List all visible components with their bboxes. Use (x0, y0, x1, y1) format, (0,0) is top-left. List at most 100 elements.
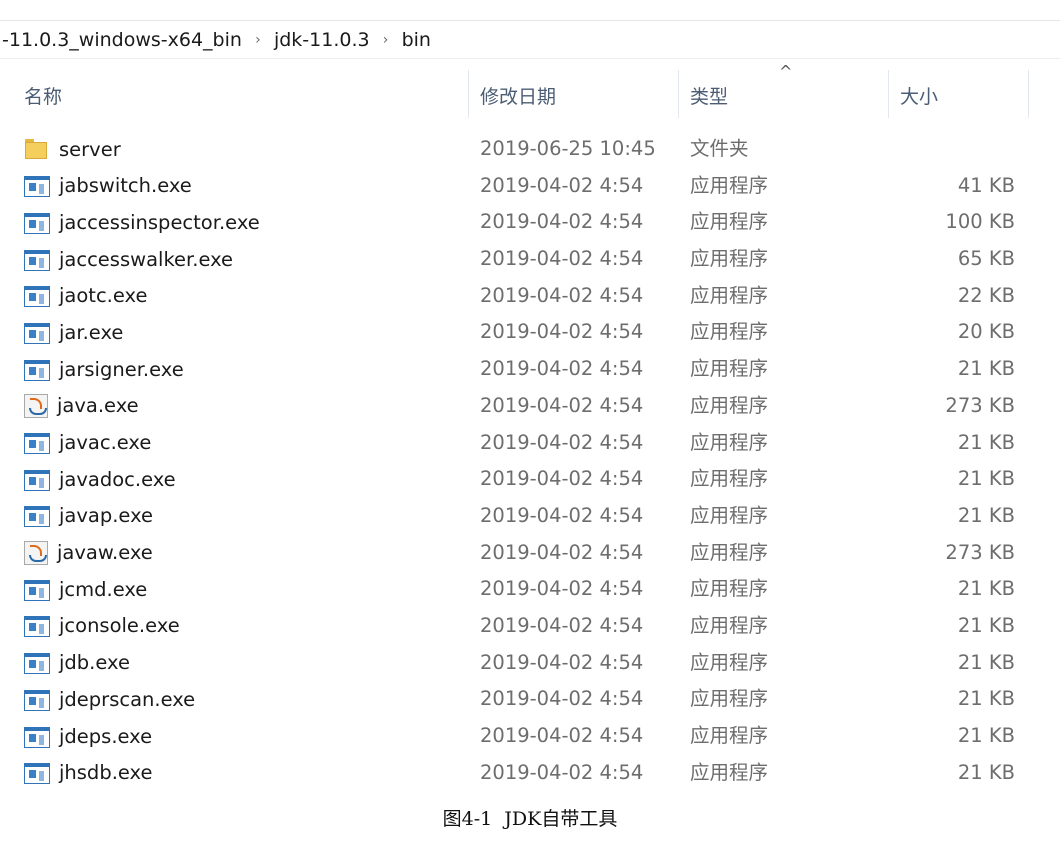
file-row[interactable]: jaccesswalker.exe 2019-04-02 4:54 应用程序 65 K… (0, 238, 1060, 275)
column-header-modified[interactable]: 修改日期 (480, 64, 556, 122)
file-name[interactable]: jcmd.exe (59, 578, 147, 601)
file-name-cell[interactable]: jdeps.exe (24, 718, 152, 754)
breadcrumb-segment-jdk[interactable]: jdk-11.0.3 (272, 29, 372, 51)
file-name[interactable]: jconsole.exe (59, 614, 180, 637)
file-modified: 2019-04-02 4:54 (480, 430, 644, 454)
file-size: 41 KB (957, 173, 1015, 197)
file-size: 21 KB (957, 430, 1015, 454)
app-icon (24, 689, 50, 711)
column-divider[interactable] (678, 70, 679, 118)
column-header-size[interactable]: 大小 (900, 64, 938, 122)
breadcrumb-segment-root[interactable]: -11.0.3_windows-x64_bin (0, 29, 244, 51)
file-name-cell[interactable]: jconsole.exe (24, 608, 180, 644)
file-row[interactable]: jaotc.exe 2019-04-02 4:54 应用程序 22 KB (0, 275, 1060, 312)
file-name[interactable]: jdb.exe (59, 651, 130, 674)
ribbon-edge (0, 0, 1060, 21)
file-modified: 2019-04-02 4:54 (480, 393, 644, 417)
file-type: 应用程序 (690, 760, 769, 784)
file-name-cell[interactable]: jaotc.exe (24, 278, 147, 314)
file-name-cell[interactable]: server (24, 131, 121, 167)
file-size: 22 KB (957, 283, 1015, 307)
file-name[interactable]: java.exe (57, 394, 139, 417)
file-type: 应用程序 (690, 687, 769, 711)
file-name[interactable]: jabswitch.exe (59, 174, 192, 197)
app-icon (24, 359, 50, 381)
file-modified: 2019-04-02 4:54 (480, 687, 644, 711)
file-list: server 2019-06-25 10:45 文件夹 jabswitch.exe 20… (0, 128, 1060, 788)
file-name-cell[interactable]: jabswitch.exe (24, 168, 192, 204)
file-row[interactable]: jabswitch.exe 2019-04-02 4:54 应用程序 41 KB (0, 165, 1060, 202)
column-divider[interactable] (888, 70, 889, 118)
file-name-cell[interactable]: jaccesswalker.exe (24, 241, 233, 277)
file-size: 20 KB (957, 320, 1015, 344)
file-name-cell[interactable]: jar.exe (24, 314, 123, 350)
file-name[interactable]: jdeps.exe (59, 725, 152, 748)
file-modified: 2019-04-02 4:54 (480, 760, 644, 784)
file-modified: 2019-06-25 10:45 (480, 137, 656, 160)
file-name[interactable]: jaccesswalker.exe (59, 248, 233, 271)
file-type: 应用程序 (690, 357, 769, 381)
breadcrumb[interactable]: -11.0.3_windows-x64_bin › jdk-11.0.3 › b… (0, 22, 1060, 59)
column-header-name[interactable]: 名称 (24, 64, 62, 122)
file-name-cell[interactable]: java.exe (24, 388, 139, 424)
file-row[interactable]: java.exe 2019-04-02 4:54 应用程序 273 KB (0, 385, 1060, 422)
app-icon (24, 249, 50, 271)
folder-icon (24, 137, 50, 161)
file-name-cell[interactable]: jdb.exe (24, 645, 130, 681)
chevron-right-icon[interactable]: › (244, 32, 272, 48)
file-row[interactable]: jdeprscan.exe 2019-04-02 4:54 应用程序 21 KB (0, 678, 1060, 715)
file-name[interactable]: jar.exe (59, 321, 123, 344)
file-name-cell[interactable]: jaccessinspector.exe (24, 204, 260, 240)
file-row[interactable]: javadoc.exe 2019-04-02 4:54 应用程序 21 KB (0, 458, 1060, 495)
file-row[interactable]: jdb.exe 2019-04-02 4:54 应用程序 21 KB (0, 642, 1060, 679)
file-name[interactable]: jarsigner.exe (59, 358, 184, 381)
file-row[interactable]: server 2019-06-25 10:45 文件夹 (0, 128, 1060, 165)
file-modified: 2019-04-02 4:54 (480, 577, 644, 601)
file-row[interactable]: jarsigner.exe 2019-04-02 4:54 应用程序 21 KB (0, 348, 1060, 385)
file-row[interactable]: javac.exe 2019-04-02 4:54 应用程序 21 KB (0, 422, 1060, 459)
column-headers: 名称 修改日期 类型 ^ 大小 (0, 62, 1060, 122)
file-name[interactable]: javadoc.exe (59, 468, 176, 491)
file-name-cell[interactable]: javaw.exe (24, 535, 153, 571)
file-row[interactable]: jhsdb.exe 2019-04-02 4:54 应用程序 21 KB (0, 752, 1060, 789)
file-name[interactable]: jaccessinspector.exe (59, 211, 260, 234)
file-name-cell[interactable]: javap.exe (24, 498, 153, 534)
file-row[interactable]: javaw.exe 2019-04-02 4:54 应用程序 273 KB (0, 532, 1060, 569)
file-row[interactable]: javap.exe 2019-04-02 4:54 应用程序 21 KB (0, 495, 1060, 532)
file-size: 21 KB (957, 724, 1015, 747)
file-name-cell[interactable]: jarsigner.exe (24, 351, 184, 387)
file-name-cell[interactable]: javac.exe (24, 425, 151, 461)
file-size: 273 KB (945, 540, 1015, 564)
file-size: 21 KB (957, 760, 1015, 784)
file-name-cell[interactable]: jdeprscan.exe (24, 681, 195, 717)
file-type: 应用程序 (690, 540, 769, 564)
file-name-cell[interactable]: javadoc.exe (24, 461, 176, 497)
app-icon (24, 212, 50, 234)
file-name[interactable]: jdeprscan.exe (59, 688, 195, 711)
file-row[interactable]: jcmd.exe 2019-04-02 4:54 应用程序 21 KB (0, 568, 1060, 605)
file-name-cell[interactable]: jhsdb.exe (24, 755, 152, 791)
file-modified: 2019-04-02 4:54 (480, 503, 644, 527)
file-row[interactable]: jconsole.exe 2019-04-02 4:54 应用程序 21 KB (0, 605, 1060, 642)
file-name[interactable]: javap.exe (59, 504, 153, 527)
file-type: 文件夹 (690, 137, 749, 160)
file-size: 21 KB (957, 467, 1015, 491)
file-name[interactable]: javaw.exe (57, 541, 153, 564)
file-name[interactable]: jaotc.exe (59, 284, 147, 307)
file-row[interactable]: jaccessinspector.exe 2019-04-02 4:54 应用程序 1… (0, 201, 1060, 238)
file-name[interactable]: jhsdb.exe (59, 761, 152, 784)
column-header-type[interactable]: 类型 (690, 64, 728, 122)
file-name[interactable]: javac.exe (59, 431, 151, 454)
column-divider[interactable] (468, 70, 469, 118)
chevron-right-icon[interactable]: › (372, 32, 400, 48)
file-name[interactable]: server (59, 138, 121, 161)
breadcrumb-segment-bin[interactable]: bin (400, 29, 433, 51)
file-row[interactable]: jdeps.exe 2019-04-02 4:54 应用程序 21 KB (0, 715, 1060, 752)
file-name-cell[interactable]: jcmd.exe (24, 571, 147, 607)
file-row[interactable]: jar.exe 2019-04-02 4:54 应用程序 20 KB (0, 311, 1060, 348)
file-size (880, 128, 1015, 165)
file-type: 应用程序 (690, 430, 769, 454)
app-icon (24, 322, 50, 344)
column-divider[interactable] (1028, 70, 1029, 118)
app-icon (24, 653, 50, 675)
